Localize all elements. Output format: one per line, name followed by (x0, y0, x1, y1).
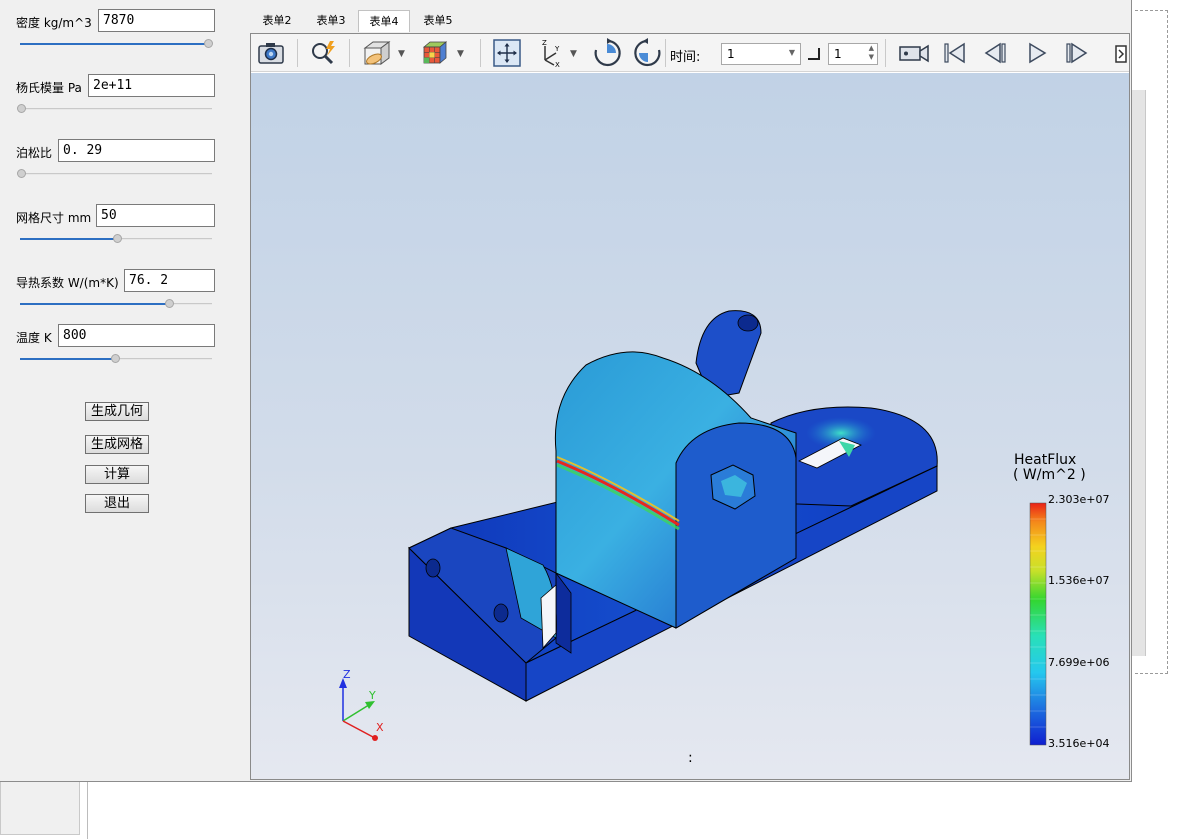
svg-text:Y: Y (554, 45, 560, 53)
mesh-size-label: 网格尺寸 mm (16, 211, 92, 225)
legend-color-bar (1029, 502, 1047, 746)
temperature-label: 温度 K (16, 331, 52, 345)
toolbar-separator (297, 39, 298, 67)
toolbar-separator (349, 39, 350, 67)
first-frame-icon[interactable] (939, 38, 969, 68)
spin-arrows-icon[interactable]: ▲ ▼ (869, 44, 874, 62)
background-panel (1132, 90, 1146, 656)
time-select[interactable]: 1 ▼ (721, 43, 801, 65)
main-window: 密度 kg/m^3 7870 杨氏模量 Pa 2e+11 泊松比 0. 29 网… (0, 0, 1132, 782)
video-record-icon[interactable] (897, 38, 931, 68)
generate-geometry-button[interactable]: 生成几何 (85, 402, 149, 421)
temperature-slider-handle[interactable] (111, 354, 120, 363)
toolbar-separator (665, 39, 666, 67)
temperature-input[interactable]: 800 (58, 324, 215, 347)
tab-form2[interactable]: 表单2 (254, 10, 300, 32)
axes-dropdown-arrow-icon[interactable]: ▼ (570, 49, 577, 59)
poisson-ratio-slider[interactable] (17, 169, 212, 178)
poisson-ratio-slider-handle[interactable] (17, 169, 26, 178)
legend-value-2: 1.536e+07 (1048, 574, 1110, 587)
axis-z-label: Z (343, 668, 351, 681)
toolbar-overflow-icon[interactable] (1115, 45, 1127, 63)
temperature-slider-fill (20, 358, 116, 360)
density-slider-handle[interactable] (204, 39, 213, 48)
density-slider[interactable] (20, 39, 213, 48)
color-cube-icon[interactable] (419, 38, 449, 68)
poisson-ratio-label: 泊松比 (16, 146, 53, 160)
axis-y-label: Y (368, 689, 376, 702)
mesh-size-input[interactable]: 50 (96, 204, 215, 227)
density-input[interactable]: 7870 (98, 9, 215, 32)
toolbar-separator (480, 39, 481, 67)
time-select-value: 1 (727, 47, 735, 61)
camera-icon[interactable] (256, 38, 286, 68)
previous-frame-icon[interactable] (980, 38, 1010, 68)
play-icon[interactable] (1021, 38, 1051, 68)
step-corner-icon (808, 48, 820, 60)
mesh-size-slider[interactable] (20, 234, 212, 243)
mesh-size-slider-handle[interactable] (113, 234, 122, 243)
youngs-modulus-label: 杨氏模量 Pa (16, 81, 82, 95)
tab-form5[interactable]: 表单5 (415, 10, 461, 32)
viewer-toolbar: ▼ ▼ Z Y X ▼ 时间: 1 ▼ 1 ▲ ▼ (251, 34, 1129, 72)
thermal-conductivity-input[interactable]: 76. 2 (124, 269, 215, 292)
axes-orientation-icon[interactable]: Z Y X (536, 38, 566, 69)
thermal-conductivity-slider[interactable] (20, 299, 212, 308)
heat-flux-model: Z Y X (339, 310, 1047, 746)
step-spinbox[interactable]: 1 ▲ ▼ (828, 43, 878, 65)
result-viewer: ▼ ▼ Z Y X ▼ 时间: 1 ▼ 1 ▲ ▼ Z Y X HeatFlux… (250, 33, 1130, 780)
clip-plane-icon[interactable] (361, 38, 391, 68)
tab-form4[interactable]: 表单4 (358, 10, 410, 32)
step-spinbox-value: 1 (834, 47, 842, 61)
rotate-cw-icon[interactable] (592, 38, 622, 68)
legend-value-3: 7.699e+06 (1048, 656, 1110, 669)
legend-title: HeatFlux (1014, 452, 1077, 468)
compute-button[interactable]: 计算 (85, 465, 149, 484)
generate-mesh-button[interactable]: 生成网格 (85, 435, 149, 454)
clip-dropdown-arrow-icon[interactable]: ▼ (398, 49, 405, 59)
svg-text:X: X (555, 61, 560, 68)
status-text: : (688, 750, 693, 766)
fit-view-icon[interactable] (492, 38, 522, 68)
color-dropdown-arrow-icon[interactable]: ▼ (457, 49, 464, 59)
density-label: 密度 kg/m^3 (16, 16, 92, 30)
rotate-ccw-icon[interactable] (633, 38, 663, 68)
legend-min-value: 3.516e+04 (1048, 737, 1110, 750)
youngs-modulus-slider[interactable] (17, 104, 212, 113)
parameter-panel: 密度 kg/m^3 7870 杨氏模量 Pa 2e+11 泊松比 0. 29 网… (0, 0, 250, 782)
tab-form3[interactable]: 表单3 (308, 10, 354, 32)
youngs-modulus-input[interactable]: 2e+11 (88, 74, 215, 97)
poisson-ratio-input[interactable]: 0. 29 (58, 139, 215, 162)
svg-text:Z: Z (542, 39, 547, 47)
render-canvas[interactable]: Z Y X HeatFlux ( W/m^2 ) 2.303e+07 1.536… (251, 73, 1129, 779)
thermal-conductivity-label: 导热系数 W/(m*K) (16, 276, 119, 290)
mesh-size-slider-fill (20, 238, 118, 240)
thermal-conductivity-slider-fill (20, 303, 170, 305)
background-window-box (0, 781, 80, 835)
temperature-slider[interactable] (20, 354, 212, 363)
thermal-conductivity-slider-handle[interactable] (165, 299, 174, 308)
axes-triad (339, 678, 378, 741)
toolbar-separator (885, 39, 886, 67)
youngs-modulus-slider-handle[interactable] (17, 104, 26, 113)
legend-max-value: 2.303e+07 (1048, 493, 1110, 506)
legend-unit: ( W/m^2 ) (1013, 467, 1086, 483)
zoom-auto-icon[interactable] (308, 38, 338, 68)
next-frame-icon[interactable] (1062, 38, 1092, 68)
time-label: 时间: (670, 50, 701, 65)
density-slider-fill (20, 43, 208, 45)
chevron-down-icon[interactable]: ▼ (789, 48, 795, 57)
exit-button[interactable]: 退出 (85, 494, 149, 513)
axis-x-label: X (376, 721, 384, 734)
